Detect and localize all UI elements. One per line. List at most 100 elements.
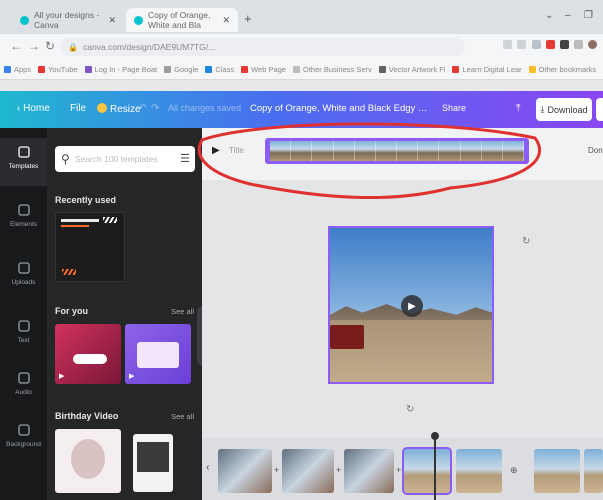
uploads-icon (17, 262, 30, 274)
document-title[interactable]: Copy of Orange, White and Black Edgy Max… (250, 103, 430, 114)
bookmark-item[interactable]: Class (205, 65, 234, 74)
bookmark-item[interactable]: Vector Artwork Fi (378, 65, 445, 74)
extension-icon[interactable] (532, 40, 541, 49)
avatar[interactable] (588, 40, 597, 49)
scene-thumb[interactable] (584, 449, 603, 493)
bookmark-favicon-icon (452, 66, 460, 73)
timeline-playhead[interactable] (431, 432, 439, 500)
home-label: Home (23, 103, 50, 114)
scene-thumb[interactable] (282, 449, 334, 493)
restore-icon[interactable]: ❐ (584, 10, 593, 21)
back-arrow-icon[interactable]: ← (10, 39, 22, 53)
scene-thumb[interactable] (534, 449, 580, 493)
lock-icon: 🔒 (68, 42, 78, 52)
new-tab-icon[interactable]: + (244, 11, 252, 26)
rotate-icon[interactable]: ↻ (522, 236, 530, 247)
add-transition-icon[interactable]: + (274, 465, 279, 475)
rail-item-audio[interactable]: Audio (0, 364, 47, 412)
play-icon: ▶ (59, 373, 65, 380)
see-all-link[interactable]: See all (171, 307, 194, 316)
template-card[interactable]: ▶ (125, 324, 191, 384)
template-card[interactable] (55, 429, 121, 493)
upload-icon[interactable]: ⤒ (516, 103, 520, 114)
bookmark-favicon-icon (4, 66, 11, 73)
rail-item-templates[interactable]: Templates (0, 138, 47, 186)
bookmark-label: Other Business Serv (302, 65, 372, 74)
url-field[interactable]: 🔒 canva.com/design/DAE9UM7TG/... (60, 38, 465, 56)
template-card[interactable] (133, 434, 173, 492)
bookmark-favicon-icon (164, 66, 172, 73)
saved-status: All changes saved (168, 103, 242, 113)
more-button[interactable] (596, 98, 603, 121)
bookmark-label: Google (174, 65, 199, 74)
scene-thumb[interactable] (402, 447, 452, 495)
browser-tab-designs[interactable]: All your designs - Canva ✕ (12, 8, 124, 32)
bookmark-item[interactable]: Log In - Page Boat (84, 65, 157, 74)
browser-tab-current[interactable]: Copy of Orange, White and Bla ✕ (126, 8, 238, 32)
chevron-down-icon[interactable]: ⌄ (545, 10, 553, 21)
search-placeholder: Search 100 templates (74, 154, 158, 164)
minimize-icon[interactable]: – (565, 10, 571, 21)
file-menu[interactable]: File (70, 103, 86, 114)
video-element[interactable]: ▶ (328, 226, 494, 384)
scene-thumb[interactable] (456, 449, 502, 493)
recently-used-title: Recently used (55, 195, 117, 205)
share-button[interactable]: Share (442, 103, 466, 113)
add-transition-icon[interactable]: ⊕ (510, 465, 518, 476)
rotate-handle-icon[interactable]: ↻ (406, 404, 414, 415)
close-icon[interactable]: ✕ (108, 15, 116, 26)
scene-thumb[interactable] (218, 449, 272, 493)
puzzle-icon[interactable] (560, 40, 569, 49)
rail-item-elements[interactable]: Elements (0, 196, 47, 244)
bookmarks-bar: Apps YouTube Log In - Page Boat Google Class… (0, 60, 603, 80)
bookmark-item[interactable]: Apps (4, 65, 31, 74)
rail-item-text[interactable]: Text (0, 312, 47, 360)
chevron-left-icon[interactable]: ‹ (206, 462, 209, 473)
filter-icon[interactable]: ☰ (180, 152, 190, 165)
birthday-video-title: Birthday Video (55, 411, 119, 421)
bookmark-item[interactable]: Web Page (241, 65, 286, 74)
forward-arrow-icon[interactable]: → (28, 39, 40, 53)
add-transition-icon[interactable]: + (336, 465, 341, 475)
crown-icon (97, 103, 107, 113)
close-icon[interactable]: ✕ (222, 15, 230, 26)
rail-item-label: Uploads (11, 279, 36, 286)
highlight-annotation (197, 122, 541, 200)
bookmark-item[interactable]: Other Business Serv (292, 65, 372, 74)
resize-button[interactable]: Resize (97, 103, 141, 115)
rail-item-uploads[interactable]: Uploads (0, 254, 47, 302)
rail-item-label: Text (17, 337, 30, 344)
redo-icon[interactable]: ↷ (151, 103, 159, 114)
bookmark-label: Other bookmarks (538, 65, 597, 74)
extension-icon[interactable] (546, 40, 555, 49)
rail-item-background[interactable]: Background (0, 416, 47, 464)
template-card[interactable]: ▶ (55, 324, 121, 384)
bookmark-item[interactable]: Learn Digital Lear (452, 65, 522, 74)
star-icon[interactable] (517, 40, 526, 49)
bookmark-item[interactable]: Other bookmarks (528, 65, 597, 74)
reload-icon[interactable]: ↻ (45, 39, 55, 53)
browser-tab-strip: All your designs - Canva ✕ Copy of Orang… (0, 0, 603, 34)
bookmark-favicon-icon (378, 66, 386, 73)
see-all-link[interactable]: See all (171, 412, 194, 421)
tab-label: All your designs - Canva (34, 10, 100, 30)
bookmark-item[interactable]: YouTube (38, 65, 78, 74)
text-icon (17, 320, 30, 332)
bookmark-item[interactable]: Google (164, 65, 198, 74)
recent-template-thumb[interactable] (55, 212, 125, 282)
bookmark-favicon-icon (241, 66, 249, 73)
reading-icon[interactable] (574, 40, 583, 49)
undo-icon[interactable]: ↶ (138, 103, 146, 114)
canva-favicon-icon (134, 15, 143, 25)
download-icon: ⤓ (540, 104, 545, 114)
audio-icon (17, 372, 30, 384)
add-transition-icon[interactable]: + (396, 465, 401, 475)
address-bar-row: ← → ↻ 🔒 canva.com/design/DAE9UM7TG/... (0, 34, 603, 60)
background-icon (17, 424, 30, 436)
done-button[interactable]: Done (588, 146, 603, 155)
extension-icon[interactable] (503, 40, 512, 49)
scene-thumb[interactable] (344, 449, 394, 493)
home-button[interactable]: ‹ Home (17, 103, 50, 114)
play-icon[interactable]: ▶ (401, 295, 423, 317)
template-search-input[interactable]: ⚲ Search 100 templates ☰ (55, 146, 195, 172)
